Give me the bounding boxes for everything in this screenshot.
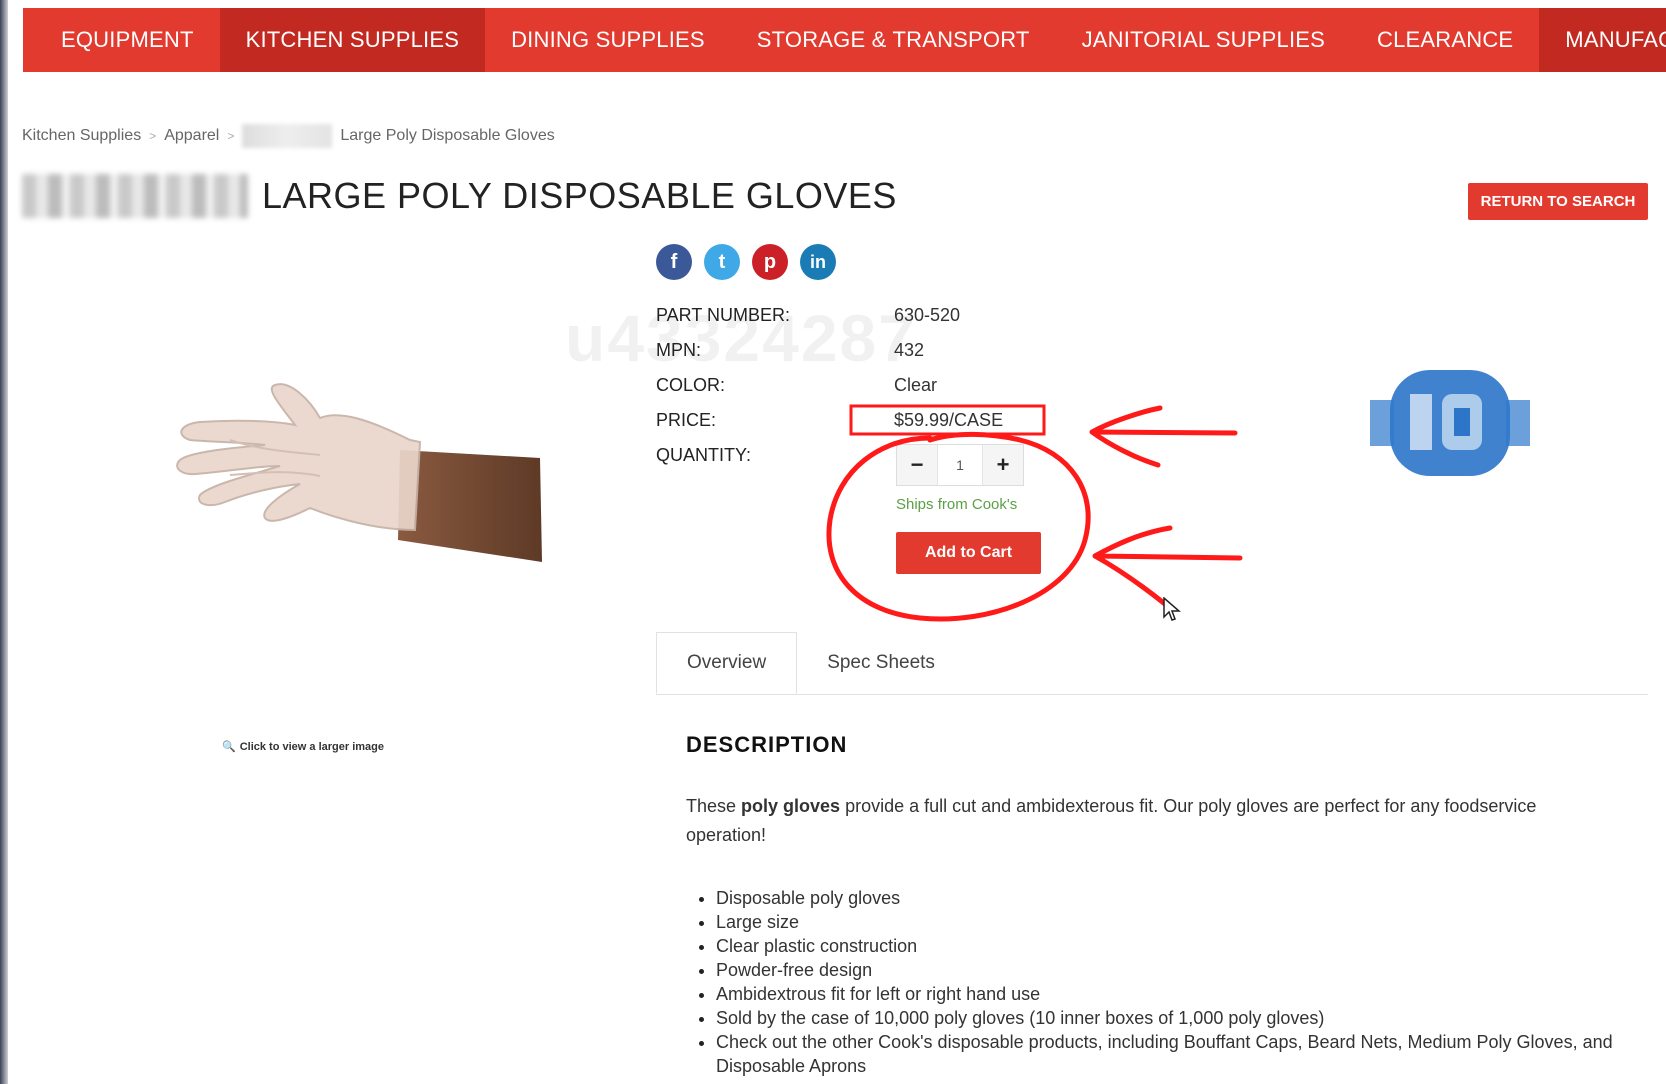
list-item: Check out the other Cook's disposable pr… [716, 1030, 1646, 1078]
price-value: $59.99/CASE [894, 410, 1004, 430]
page-title: LARGE POLY DISPOSABLE GLOVES [262, 175, 897, 216]
description-features: Disposable poly gloves Large size Clear … [686, 886, 1646, 1078]
spec-label: QUANTITY: [656, 445, 752, 465]
spec-label: MPN: [656, 340, 701, 360]
product-image[interactable] [170, 380, 550, 580]
mouse-cursor-icon [1163, 597, 1181, 621]
ships-from-note: Ships from Cook's [896, 496, 1018, 513]
spec-value: 630-520 [894, 305, 961, 325]
window-edge [0, 0, 8, 1084]
breadcrumb-redacted-brand[interactable] [242, 124, 333, 148]
nav-item-dining-supplies[interactable]: DINING SUPPLIES [485, 8, 731, 72]
description-heading: DESCRIPTION [686, 732, 848, 757]
breadcrumb-apparel[interactable]: Apparel [164, 127, 219, 145]
breadcrumb-kitchen-supplies[interactable]: Kitchen Supplies [22, 127, 141, 145]
tab-spec-sheets[interactable]: Spec Sheets [797, 632, 965, 694]
quantity-stepper: − + [896, 444, 1024, 486]
spec-label: PART NUMBER: [656, 305, 791, 325]
spec-value: Clear [894, 375, 938, 395]
list-item: Ambidextrous fit for left or right hand … [716, 982, 1646, 1006]
title-row: LARGE POLY DISPOSABLE GLOVES [22, 174, 897, 218]
pinterest-icon[interactable]: p [752, 244, 788, 280]
redacted-brand-name [22, 174, 248, 218]
page-frame: EQUIPMENT KITCHEN SUPPLIES DINING SUPPLI… [0, 0, 1666, 1084]
twitter-icon[interactable]: t [704, 244, 740, 280]
description-text: These poly gloves provide a full cut and… [686, 792, 1566, 850]
list-item: Disposable poly gloves [716, 886, 1646, 910]
nav-item-kitchen-supplies[interactable]: KITCHEN SUPPLIES [219, 8, 486, 72]
breadcrumb-current: Large Poly Disposable Gloves [340, 127, 555, 144]
nav-item-manufacturer[interactable]: MANUFACTURER [1539, 8, 1666, 72]
spec-value: 432 [894, 340, 925, 360]
list-item: Powder-free design [716, 958, 1646, 982]
view-larger-image-link[interactable]: 🔍 Click to view a larger image [222, 740, 384, 754]
list-item: Large size [716, 910, 1646, 934]
description-intro-start: These [686, 796, 742, 816]
list-item: Sold by the case of 10,000 poly gloves (… [716, 1006, 1646, 1030]
brand-logo [1370, 370, 1530, 476]
increment-button[interactable]: + [983, 445, 1023, 485]
social-share: f t p in [656, 244, 836, 280]
arrow-to-cart [1092, 525, 1243, 607]
nav-item-storage-transport[interactable]: STORAGE & TRANSPORT [731, 8, 1056, 72]
spec-label: COLOR: [656, 375, 726, 395]
nav-item-clearance[interactable]: CLEARANCE [1351, 8, 1539, 72]
list-item: Clear plastic construction [716, 934, 1646, 958]
add-to-cart-button[interactable]: Add to Cart [896, 532, 1041, 574]
breadcrumb-separator: > [227, 129, 235, 143]
nav-item-janitorial-supplies[interactable]: JANITORIAL SUPPLIES [1056, 8, 1351, 72]
tab-overview[interactable]: Overview [656, 632, 798, 694]
view-larger-image-label: Click to view a larger image [239, 740, 384, 753]
decrement-button[interactable]: − [897, 445, 937, 485]
breadcrumb-separator: > [149, 129, 157, 143]
product-tabs: Overview Spec Sheets [656, 632, 1648, 695]
spec-label: PRICE: [656, 410, 717, 430]
magnifier-icon: 🔍 [222, 741, 236, 753]
return-to-search-button[interactable]: RETURN TO SEARCH [1468, 183, 1648, 220]
quantity-input[interactable] [937, 445, 983, 485]
arrow-to-price [1089, 405, 1238, 468]
description-intro-bold: poly gloves [741, 796, 841, 816]
main-nav: EQUIPMENT KITCHEN SUPPLIES DINING SUPPLI… [23, 8, 1666, 72]
linkedin-icon[interactable]: in [800, 244, 836, 280]
facebook-icon[interactable]: f [656, 244, 692, 280]
breadcrumb: Kitchen Supplies > Apparel > Large Poly … [22, 124, 555, 148]
nav-item-equipment[interactable]: EQUIPMENT [23, 8, 220, 72]
